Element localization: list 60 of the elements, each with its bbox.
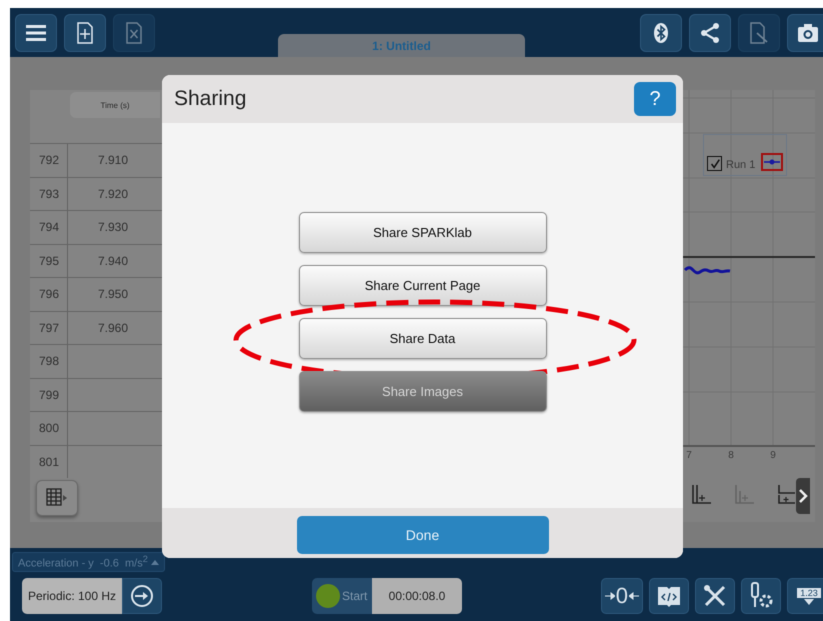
chevron-right-icon — [798, 488, 808, 504]
table-options-button[interactable] — [36, 480, 78, 516]
add-page-button[interactable] — [64, 14, 106, 52]
sensor-gear-icon — [748, 582, 774, 610]
camera-icon — [796, 21, 820, 45]
elapsed-time: 00:00:08.0 — [372, 578, 462, 614]
run-checkbox[interactable] — [707, 156, 722, 171]
menu-button[interactable] — [15, 14, 57, 52]
row-number: 799 — [30, 378, 68, 411]
caret-up-icon — [150, 558, 159, 565]
row-number: 793 — [30, 178, 68, 210]
dialog-title: Sharing — [174, 87, 246, 111]
column-header[interactable]: Time (s) — [70, 92, 160, 118]
table-grid-icon — [46, 488, 68, 508]
row-number: 798 — [30, 345, 68, 378]
table-cell-text: 7.920 — [96, 186, 130, 203]
share-option-button[interactable]: Share Data — [298, 318, 546, 359]
sampling-mode-button[interactable] — [122, 578, 162, 614]
add-axis-icon — [689, 483, 713, 507]
arrow-left-icon — [629, 592, 639, 600]
series-marker-icon[interactable] — [761, 153, 784, 171]
code-button[interactable] — [649, 578, 689, 614]
row-number: 795 — [30, 244, 68, 277]
checkmark-icon — [708, 158, 720, 170]
zero-sensor-button[interactable]: 0 — [600, 578, 643, 614]
axis-tick-label: 9 — [769, 450, 777, 461]
sample-rate-button[interactable]: Periodic: 100 Hz — [22, 578, 122, 614]
share-option-button: Share Images — [298, 371, 546, 412]
sensor-settings-button[interactable] — [741, 578, 781, 614]
readout-text: Acceleration - y -0.6 m/s$^{2}$ — [18, 554, 148, 570]
expand-toolbar-button[interactable] — [796, 478, 810, 514]
table-cell-text: 7.940 — [96, 252, 130, 270]
bluetooth-button[interactable] — [640, 14, 682, 52]
table-cell-text: 7.960 — [96, 320, 130, 337]
row-number: 796 — [30, 278, 68, 310]
record-icon — [316, 584, 340, 608]
share-option-button[interactable]: Share Current Page — [298, 265, 546, 306]
help-button[interactable]: ? — [634, 82, 676, 116]
row-number: 800 — [30, 412, 68, 444]
table-cell-text: 7.910 — [96, 152, 130, 170]
axis-tick-label: 7 — [685, 450, 693, 461]
camera-button[interactable] — [787, 14, 823, 52]
row-number: 797 — [30, 312, 68, 344]
tools-icon — [702, 583, 728, 609]
book-code-icon — [656, 584, 682, 608]
timer-icon — [129, 583, 155, 609]
share-button[interactable] — [689, 14, 731, 52]
meter-display-button[interactable]: 1.23 — [787, 578, 823, 614]
row-number: 792 — [30, 144, 68, 176]
row-number: 801 — [30, 446, 68, 478]
table-cell-text: 7.930 — [96, 219, 130, 236]
share-icon — [698, 21, 722, 45]
legend-label: Run 1 — [726, 159, 756, 171]
add-plot-icon — [732, 483, 756, 507]
row-number: 794 — [30, 211, 68, 244]
arrow-right-icon — [604, 592, 615, 600]
share-option-button[interactable]: Share SPARKlab — [298, 212, 546, 253]
axis-tick-label: 8 — [727, 450, 735, 461]
tools-button[interactable] — [695, 578, 735, 614]
table-cell-text: 7.950 — [96, 286, 130, 304]
